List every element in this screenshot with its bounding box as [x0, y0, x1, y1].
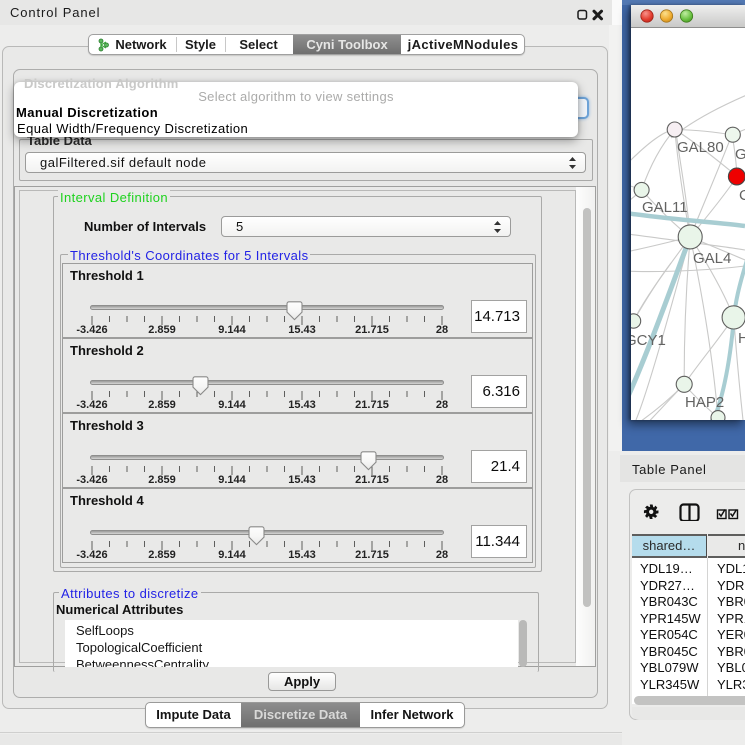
- svg-text:GCY1: GCY1: [631, 332, 666, 349]
- svg-text:GAL80: GAL80: [677, 139, 724, 156]
- svg-text:GAL11: GAL11: [642, 199, 688, 216]
- svg-text:CDC19: CDC19: [739, 187, 745, 204]
- svg-text:GAL4: GAL4: [693, 250, 731, 267]
- svg-text:GAL2: GAL2: [735, 146, 745, 163]
- svg-text:HAP2: HAP2: [685, 394, 724, 411]
- svg-text:HIS4: HIS4: [738, 330, 745, 347]
